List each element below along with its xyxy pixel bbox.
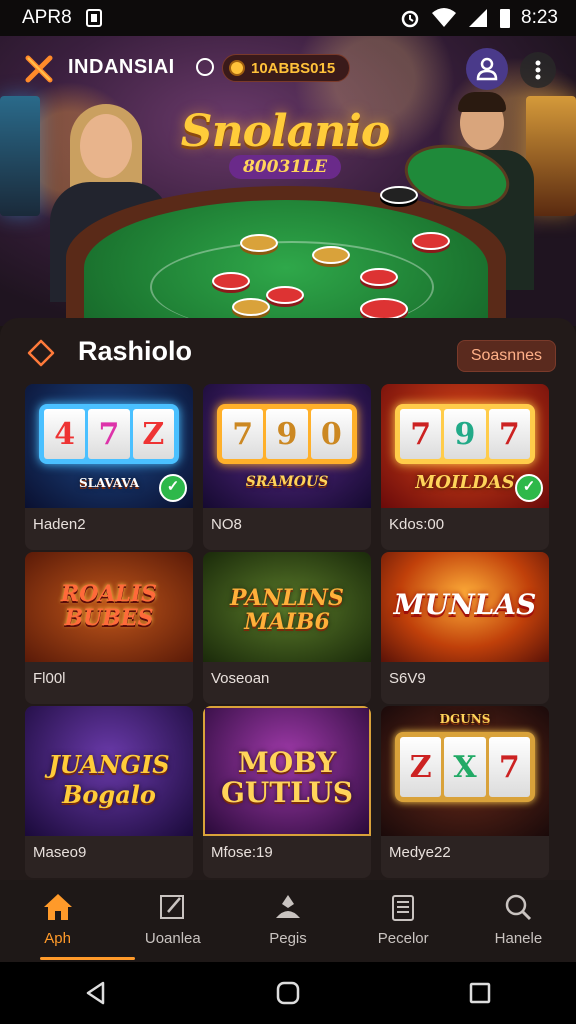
status-bar: APR8 8:23 xyxy=(0,0,576,36)
section-header: Rashiolo Soasnnes xyxy=(26,330,556,372)
system-navigation-bar xyxy=(0,962,576,1024)
game-card[interactable]: DGUNS Z X 7 Medye22 xyxy=(381,706,549,878)
reel-symbol: Z xyxy=(400,737,442,797)
game-name: Voseoan xyxy=(211,670,270,687)
game-title: ROALIS BUBES xyxy=(60,581,158,631)
game-card[interactable]: 7 9 7 MOILDAS ✓ Kdos:00 xyxy=(381,384,549,550)
nav-item-home[interactable]: Aph xyxy=(0,880,136,962)
battery-icon xyxy=(500,9,511,28)
back-icon[interactable] xyxy=(83,980,109,1006)
game-card[interactable]: JUANGIS Bogalo Maseo9 xyxy=(25,706,193,878)
game-name: S6V9 xyxy=(389,670,426,687)
sim-icon xyxy=(85,9,102,27)
user-icon xyxy=(476,57,498,81)
game-thumbnail: ROALIS BUBES xyxy=(25,552,193,662)
game-thumbnail: MOBY GUTLUS xyxy=(203,706,371,836)
poker-icon xyxy=(276,895,300,918)
clipboard-icon xyxy=(392,895,415,921)
game-thumbnail: 7 9 0 SRAMOUS xyxy=(203,384,371,508)
game-card[interactable]: 7 9 0 SRAMOUS NO8 xyxy=(203,384,371,550)
reel-symbol: 0 xyxy=(310,409,352,459)
game-card[interactable]: MOBY GUTLUS Mfose:19 xyxy=(203,706,371,878)
verified-check-icon: ✓ xyxy=(515,474,543,502)
game-thumbnail: 4 7 Z SLAVAVA ✓ xyxy=(25,384,193,508)
profile-avatar-button[interactable] xyxy=(466,48,508,90)
nav-label: Uoanlea xyxy=(144,930,201,947)
reel-symbol: 9 xyxy=(444,409,486,459)
game-name: Fl00l xyxy=(33,670,66,687)
coin-balance-value: 10ABBS015 xyxy=(251,59,336,77)
games-section: Rashiolo Soasnnes 4 7 Z SLAVAVA ✓ Haden2… xyxy=(0,318,576,880)
game-title: MOBY GUTLUS xyxy=(221,746,353,809)
coin-balance[interactable]: 10ABBS015 xyxy=(222,54,351,82)
more-menu-button[interactable] xyxy=(520,52,556,88)
reel-symbol: 7 xyxy=(400,409,442,459)
banner-subtitle: 80031LE xyxy=(228,155,342,179)
nav-item-poker[interactable]: Pegis xyxy=(230,880,345,962)
game-name: Haden2 xyxy=(33,516,86,533)
reel-symbol: X xyxy=(444,737,486,797)
game-title: SRAMOUS xyxy=(245,474,329,490)
nav-label: Pegis xyxy=(269,930,307,947)
nav-item-search[interactable]: Hanele xyxy=(461,880,576,962)
wifi-icon xyxy=(432,8,457,27)
see-all-button[interactable]: Soasnnes xyxy=(456,340,556,372)
home-icon xyxy=(43,894,72,920)
game-card[interactable]: PANLINS MAIB6 Voseoan xyxy=(203,552,371,704)
banner-title-text: Snolanio xyxy=(180,106,390,157)
nav-label: Hanele xyxy=(494,930,543,947)
reel-symbol: 7 xyxy=(222,409,264,459)
section-title: Rashiolo xyxy=(78,336,193,366)
game-card[interactable]: ROALIS BUBES Fl00l xyxy=(25,552,193,704)
game-name: Maseo9 xyxy=(33,844,87,861)
game-title: JUANGIS Bogalo xyxy=(48,750,170,809)
bottom-navigation: Aph Uoanlea Pegis Pecelor Hanele xyxy=(0,880,576,962)
game-title: MUNLAS xyxy=(393,588,537,621)
game-name: NO8 xyxy=(211,516,242,533)
game-thumbnail: MUNLAS xyxy=(381,552,549,662)
game-thumbnail: DGUNS Z X 7 xyxy=(381,706,549,836)
game-thumbnail: 7 9 7 MOILDAS ✓ xyxy=(381,384,549,508)
coin-icon xyxy=(229,60,245,76)
game-name: Medye22 xyxy=(389,844,451,861)
reel-symbol: 4 xyxy=(44,409,86,459)
game-card[interactable]: MUNLAS S6V9 xyxy=(381,552,549,704)
reel-symbol: Z xyxy=(132,409,174,459)
nav-label: Pecelor xyxy=(377,930,429,947)
alarm-icon xyxy=(401,10,419,28)
reel-symbol: 7 xyxy=(488,409,530,459)
carrier-label: APR8 xyxy=(22,7,72,28)
reel-symbol: 7 xyxy=(88,409,130,459)
brand-name: INDANSIAI xyxy=(68,56,175,78)
game-name: Kdos:00 xyxy=(389,516,445,533)
recents-icon[interactable] xyxy=(467,980,493,1006)
more-vertical-icon xyxy=(535,60,541,80)
game-card[interactable]: 4 7 Z SLAVAVA ✓ Haden2 xyxy=(25,384,193,550)
game-thumbnail: JUANGIS Bogalo xyxy=(25,706,193,836)
nav-label: Aph xyxy=(44,930,71,947)
game-title: DGUNS xyxy=(439,712,491,726)
reel-symbol: 7 xyxy=(488,737,530,797)
globe-icon[interactable] xyxy=(196,58,214,76)
edit-icon xyxy=(159,895,184,919)
banner-title: Snolanio 80031LE xyxy=(180,106,390,179)
reel-symbol: 9 xyxy=(266,409,308,459)
game-title: PANLINS MAIB6 xyxy=(230,585,344,635)
signal-icon xyxy=(469,9,488,27)
diamond-icon xyxy=(27,339,55,367)
home-button-icon[interactable] xyxy=(275,980,301,1006)
search-icon xyxy=(506,894,532,921)
verified-check-icon: ✓ xyxy=(159,474,187,502)
nav-item-clipboard[interactable]: Pecelor xyxy=(346,880,461,962)
game-thumbnail: PANLINS MAIB6 xyxy=(203,552,371,662)
logo-icon[interactable] xyxy=(24,54,54,84)
clock: 8:23 xyxy=(521,7,558,28)
nav-item-edit[interactable]: Uoanlea xyxy=(115,880,230,962)
game-name: Mfose:19 xyxy=(211,844,273,861)
